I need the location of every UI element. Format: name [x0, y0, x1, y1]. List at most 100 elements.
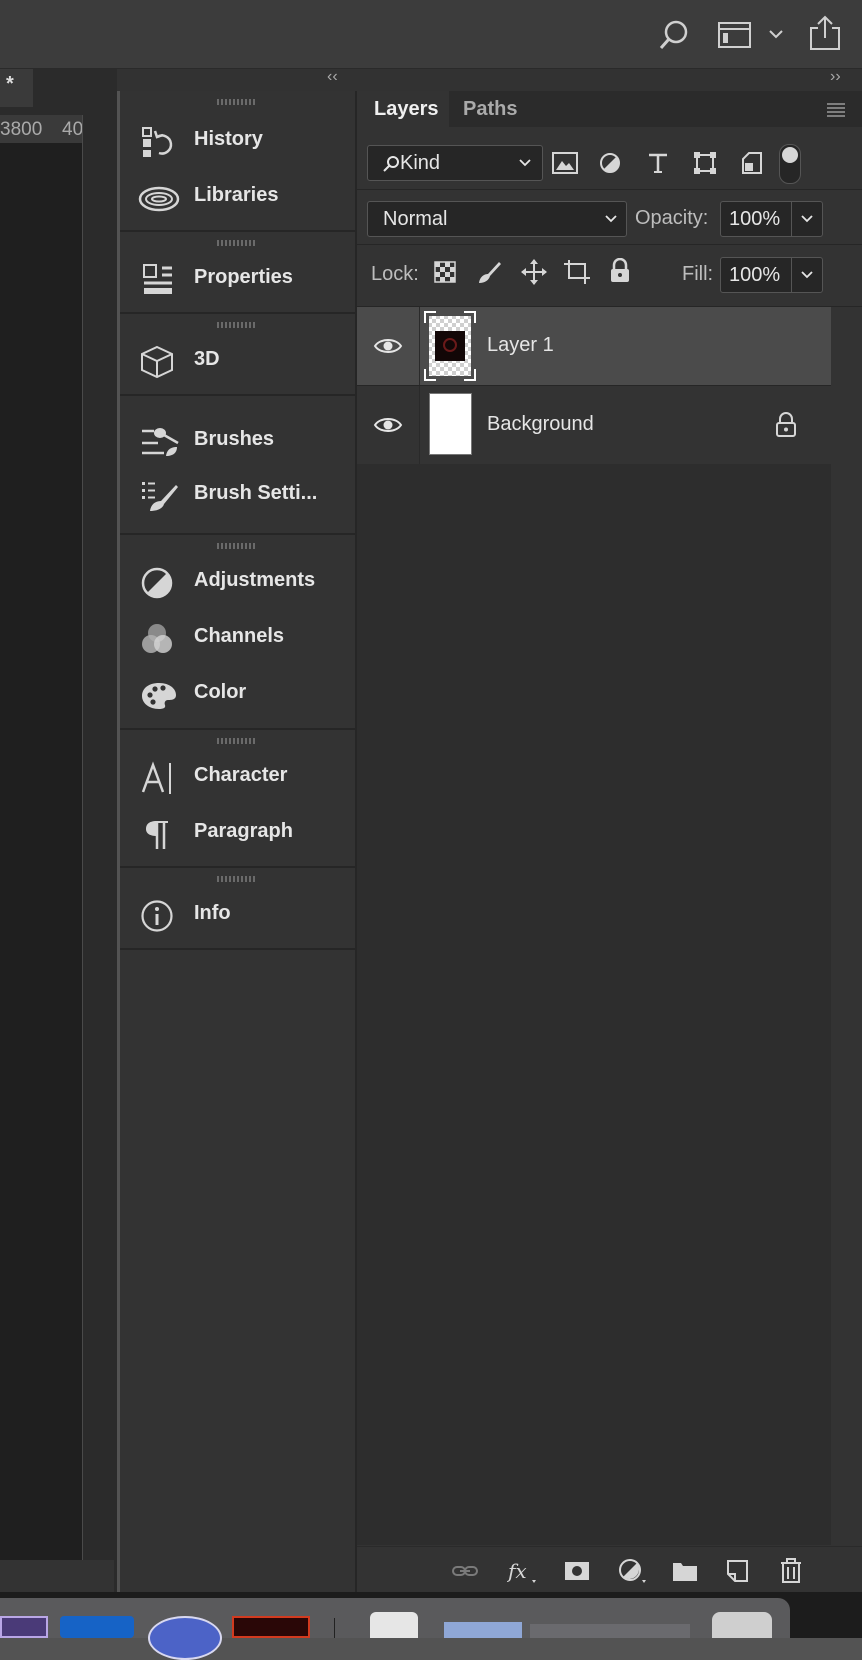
- panel-item-label: Color: [194, 681, 247, 703]
- tab-paths[interactable]: Paths: [449, 91, 529, 127]
- visibility-eye-icon[interactable]: [373, 331, 403, 361]
- panel-item-label: History: [194, 128, 263, 150]
- panel-item-history[interactable]: History: [120, 119, 355, 163]
- dock-app-icon[interactable]: [370, 1612, 418, 1638]
- panel-item-info[interactable]: Info: [120, 893, 355, 937]
- layers-list: Layer 1 Background: [357, 307, 862, 1545]
- top-options-bar: [0, 0, 862, 69]
- lock-all-icon[interactable]: [609, 258, 631, 284]
- opacity-value: 100%: [729, 208, 781, 230]
- panel-item-brushes[interactable]: Brushes: [120, 419, 355, 463]
- lock-transparent-pixels-icon[interactable]: [434, 261, 456, 283]
- dock-app-icon[interactable]: [232, 1616, 310, 1638]
- workspace-icon[interactable]: [717, 20, 753, 50]
- brush-settings-icon: [142, 482, 178, 511]
- canvas[interactable]: [0, 143, 82, 1560]
- panel-group: History Libraries: [120, 91, 355, 232]
- panel-grip[interactable]: [217, 322, 257, 328]
- panel-item-label: Adjustments: [194, 569, 316, 591]
- filter-shape-icon[interactable]: [693, 151, 717, 175]
- tab-layers[interactable]: Layers: [357, 91, 449, 127]
- panel-item-label: Brushes: [194, 428, 275, 450]
- paragraph-icon: [146, 821, 168, 849]
- divider: [791, 202, 792, 236]
- filter-type-icon[interactable]: [647, 152, 669, 174]
- panel-group: Character Paragraph: [120, 730, 355, 868]
- chevron-down-icon[interactable]: [800, 270, 814, 280]
- lock-position-icon[interactable]: [520, 258, 548, 286]
- panel-grip[interactable]: [217, 240, 257, 246]
- layer-name[interactable]: Background: [487, 413, 594, 436]
- panel-item-adjustments[interactable]: Adjustments: [120, 560, 355, 604]
- panel-grip[interactable]: [217, 738, 257, 744]
- new-layer-icon[interactable]: [723, 1557, 751, 1585]
- expand-panels-icon[interactable]: ››: [830, 68, 841, 86]
- panel-grip[interactable]: [217, 543, 257, 549]
- panel-group: Info: [120, 868, 355, 950]
- filter-kind-value: Kind: [400, 152, 441, 174]
- cube-icon: [141, 345, 173, 379]
- new-adjustment-layer-icon[interactable]: [617, 1557, 649, 1585]
- panel-item-brush-settings[interactable]: Brush Setti...: [120, 473, 355, 517]
- link-layers-icon[interactable]: [451, 1557, 479, 1585]
- ruler-tick: 3800: [0, 119, 43, 140]
- add-mask-icon[interactable]: [563, 1557, 591, 1585]
- panel-grip[interactable]: [217, 876, 257, 882]
- adjustments-icon: [141, 567, 173, 599]
- divider: [791, 258, 792, 292]
- opacity-field[interactable]: 100%: [720, 201, 823, 237]
- share-icon[interactable]: [808, 14, 842, 52]
- filter-adjustment-icon[interactable]: [599, 152, 621, 174]
- layer-name[interactable]: Layer 1: [487, 334, 554, 357]
- horizontal-ruler: 3800 40: [0, 115, 83, 144]
- dock-app-icon[interactable]: [444, 1622, 522, 1638]
- layer-row-selected[interactable]: Layer 1: [357, 307, 831, 385]
- panel-menu-icon[interactable]: [825, 101, 847, 117]
- svg-text:fx: fx: [507, 1559, 527, 1583]
- brushes-icon: [142, 428, 179, 456]
- panel-item-color[interactable]: Color: [120, 672, 355, 716]
- panel-item-properties[interactable]: Properties: [120, 257, 355, 301]
- dock-app-icon[interactable]: [60, 1616, 134, 1638]
- layer-row[interactable]: Background: [357, 386, 831, 464]
- palette-icon: [142, 683, 176, 709]
- panel-group: 3D: [120, 314, 355, 396]
- panel-item-character[interactable]: Character: [120, 755, 355, 799]
- toggle-knob: [782, 147, 798, 163]
- filter-smart-object-icon[interactable]: [741, 151, 763, 175]
- filter-kind-select[interactable]: Kind: [367, 145, 543, 181]
- panel-item-channels[interactable]: Channels: [120, 616, 355, 660]
- chevron-down-icon[interactable]: [800, 214, 814, 224]
- panel-group: Properties: [120, 232, 355, 314]
- filter-pixel-icon[interactable]: [552, 152, 578, 174]
- layer-effects-icon[interactable]: fx: [507, 1557, 539, 1585]
- lock-artboard-icon[interactable]: [563, 259, 591, 285]
- collapse-panels-icon[interactable]: ‹‹: [327, 68, 338, 86]
- panel-item-libraries[interactable]: Libraries: [120, 175, 355, 219]
- panel-item-3d[interactable]: 3D: [120, 339, 355, 383]
- layers-footer: fx: [357, 1546, 862, 1593]
- panel-item-paragraph[interactable]: Paragraph: [120, 811, 355, 855]
- blend-mode-select[interactable]: Normal: [367, 201, 627, 237]
- dock-app-icon[interactable]: [148, 1616, 222, 1660]
- panel-item-label: Properties: [194, 266, 293, 288]
- status-bar: [0, 1560, 114, 1592]
- trash-icon[interactable]: [712, 1612, 772, 1638]
- delete-layer-icon[interactable]: [777, 1557, 805, 1585]
- chevron-down-icon[interactable]: [768, 28, 784, 40]
- search-icon[interactable]: [657, 18, 691, 52]
- document-tab[interactable]: *: [0, 69, 33, 107]
- new-group-folder-icon[interactable]: [671, 1557, 699, 1585]
- divider: [419, 307, 420, 385]
- layer-thumbnail: [429, 393, 472, 455]
- fill-field[interactable]: 100%: [720, 257, 823, 293]
- lock-image-pixels-icon[interactable]: [476, 259, 502, 285]
- opacity-label: Opacity:: [635, 207, 709, 229]
- filter-toggle[interactable]: [779, 144, 801, 184]
- dock-app-icon[interactable]: [0, 1616, 48, 1638]
- visibility-eye-icon[interactable]: [373, 410, 403, 440]
- dock-app-icon[interactable]: [530, 1624, 690, 1638]
- panel-collapse-bar: ‹‹ ››: [117, 68, 862, 91]
- panel-grip[interactable]: [217, 99, 257, 105]
- panel-item-label: Channels: [194, 625, 285, 647]
